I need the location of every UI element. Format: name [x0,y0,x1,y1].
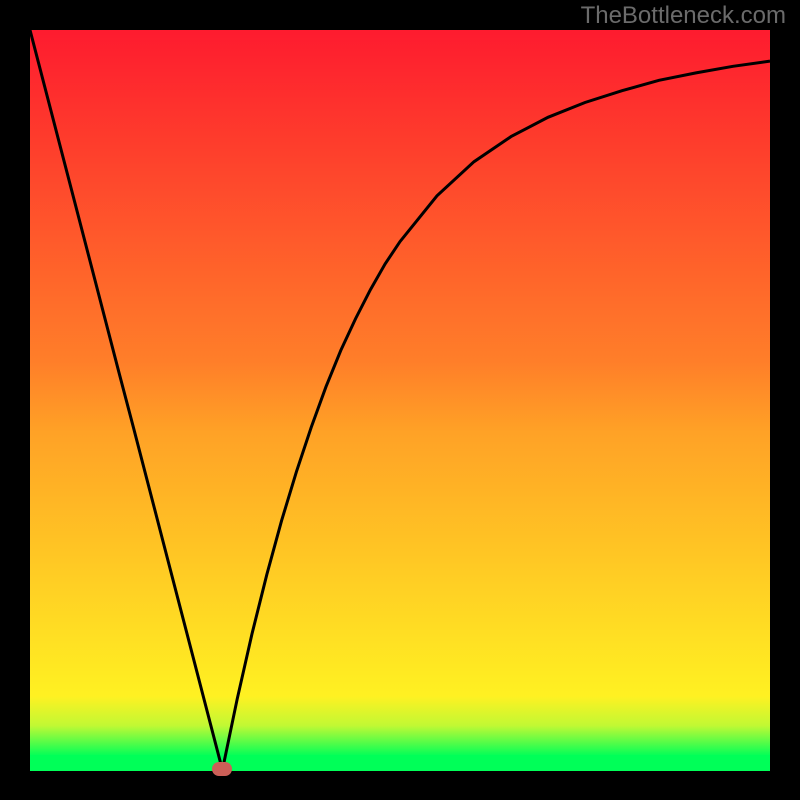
gradient-band [30,563,770,631]
gradient-band [30,30,770,98]
gradient-band [30,97,770,165]
gradient-band [30,430,770,498]
attribution-label: TheBottleneck.com [581,2,786,30]
chart-frame [30,30,770,770]
gradient-band [30,496,770,564]
gradient-band [30,726,770,757]
gradient-band [30,755,770,771]
gradient-band [30,230,770,298]
gradient-band [30,163,770,231]
gradient-background [30,30,770,770]
gradient-band [30,696,770,727]
gradient-band [30,296,770,364]
gradient-band [30,629,770,697]
chart-root: TheBottleneck.com [0,0,800,800]
gradient-band [30,363,770,431]
optimum-marker [212,762,232,776]
